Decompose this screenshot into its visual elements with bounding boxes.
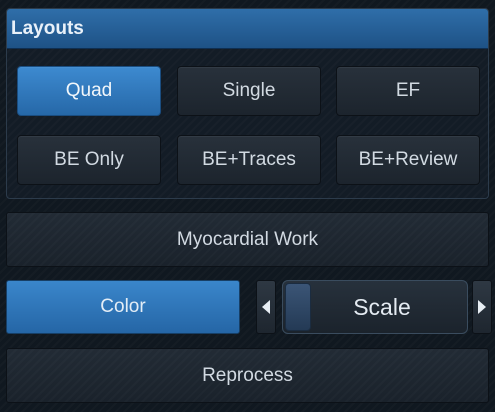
scale-next-button[interactable] xyxy=(472,280,492,334)
layouts-header: Layouts xyxy=(7,9,488,49)
layout-ef-button[interactable]: EF xyxy=(336,66,480,116)
layout-be-traces-button[interactable]: BE+Traces xyxy=(177,135,321,185)
layout-be-only-button[interactable]: BE Only xyxy=(17,135,161,185)
layouts-panel: Layouts Quad Single EF BE Only BE+Traces… xyxy=(6,8,489,199)
scale-label: Scale xyxy=(353,293,411,320)
myocardial-work-button[interactable]: Myocardial Work xyxy=(6,212,489,267)
layout-control-panel: Layouts Quad Single EF BE Only BE+Traces… xyxy=(0,0,495,412)
scale-prev-button[interactable] xyxy=(256,280,276,334)
color-button[interactable]: Color xyxy=(6,280,240,334)
scale-selector[interactable]: Scale xyxy=(282,280,468,334)
layout-single-button[interactable]: Single xyxy=(177,66,321,116)
triangle-left-icon xyxy=(261,299,271,315)
triangle-right-icon xyxy=(477,299,487,315)
layout-quad-button[interactable]: Quad xyxy=(17,66,161,116)
reprocess-button[interactable]: Reprocess xyxy=(6,348,489,403)
layout-be-review-button[interactable]: BE+Review xyxy=(336,135,480,185)
